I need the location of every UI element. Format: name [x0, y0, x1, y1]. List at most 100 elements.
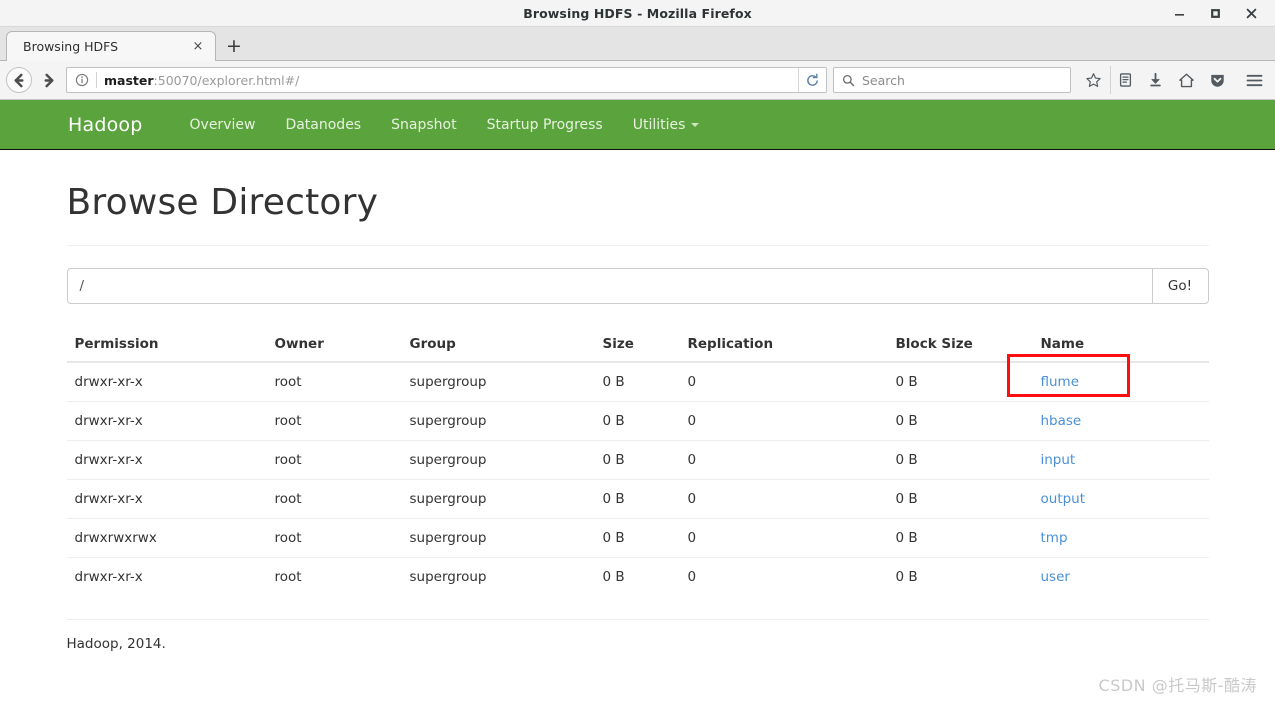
footer-text: Hadoop, 2014.	[66, 636, 166, 652]
file-link-user[interactable]: user	[1041, 569, 1070, 585]
forward-icon[interactable]	[34, 66, 62, 94]
cell-name: hbase	[1032, 401, 1209, 441]
file-link-flume[interactable]: flume	[1041, 374, 1080, 390]
column-header-block-size[interactable]: Block Size	[887, 328, 1033, 363]
cell-size: 0 B	[594, 479, 680, 519]
page-title: Browse Directory	[66, 182, 379, 223]
browser-search-bar[interactable]: Search	[833, 67, 1071, 93]
main-container: Browse Directory / Go! Permission Owner …	[66, 150, 1209, 652]
cell-permission: drwxr-xr-x	[66, 401, 267, 441]
column-header-permission[interactable]: Permission	[66, 328, 267, 363]
file-link-output[interactable]: output	[1041, 491, 1086, 507]
url-path: :50070/explorer.html#/	[153, 72, 300, 88]
url-separator	[96, 72, 97, 88]
cell-owner: root	[266, 557, 402, 596]
file-listing-table: Permission Owner Group Size Replication …	[66, 328, 1209, 596]
minimize-button[interactable]	[1161, 0, 1197, 26]
cell-permission: drwxr-xr-x	[66, 440, 267, 480]
cell-replication: 0	[679, 479, 888, 519]
download-icon[interactable]	[1141, 66, 1170, 94]
table-row: drwxrwxrwx root supergroup 0 B 0 0 B tmp	[66, 518, 1209, 558]
tab-close-icon[interactable]: ×	[189, 38, 207, 56]
hamburger-menu-icon[interactable]	[1240, 66, 1269, 94]
cell-replication: 0	[679, 518, 888, 558]
cell-group: supergroup	[409, 374, 487, 390]
file-link-input[interactable]: input	[1041, 452, 1076, 468]
cell-name: flume	[1006, 354, 1209, 402]
csdn-watermark: CSDN @托马斯-酷涛	[1098, 676, 1257, 695]
search-icon	[842, 74, 855, 87]
star-bookmark-icon[interactable]	[1079, 66, 1108, 94]
reload-icon[interactable]	[798, 68, 826, 92]
browser-tab-label: Browsing HDFS	[23, 39, 119, 54]
cell-block-size: 0 B	[887, 479, 1033, 519]
table-body: drwxr-xr-x root supergroup 0 B 0 0 B flu…	[66, 354, 1209, 596]
library-icon[interactable]	[1110, 66, 1139, 94]
cell-size: 0 B	[594, 401, 680, 441]
nav-item-overview-label: Overview	[189, 116, 256, 133]
home-icon[interactable]	[1172, 66, 1201, 94]
cell-replication: 0	[679, 557, 888, 596]
browser-tab[interactable]: Browsing HDFS ×	[6, 31, 216, 61]
cell-replication: 0	[679, 440, 888, 480]
identity-info-icon[interactable]	[73, 71, 91, 89]
table-header-row: Permission Owner Group Size Replication …	[66, 328, 1209, 363]
nav-item-utilities[interactable]: Utilities	[618, 100, 715, 150]
cell-permission: drwxr-xr-x	[66, 557, 267, 596]
hadoop-navbar: Hadoop Overview Datanodes Snapshot Start…	[0, 100, 1275, 150]
cell-name: user	[1032, 557, 1209, 596]
table-row: drwxr-xr-x root supergroup 0 B 0 0 B out…	[66, 479, 1209, 519]
path-input-value: /	[79, 278, 85, 294]
cell-name: input	[1032, 440, 1209, 480]
nav-item-overview[interactable]: Overview	[175, 100, 271, 150]
chevron-down-icon	[691, 122, 700, 127]
table-row: drwxr-xr-x root supergroup 0 B 0 0 B hba…	[66, 401, 1209, 441]
cell-owner: root	[274, 374, 302, 390]
url-text: master:50070/explorer.html#/	[104, 73, 299, 88]
nav-item-startup-progress[interactable]: Startup Progress	[472, 100, 618, 150]
table-row: drwxr-xr-x root supergroup 0 B 0 0 B use…	[66, 557, 1209, 596]
table-header: Permission Owner Group Size Replication …	[66, 328, 1209, 363]
maximize-button[interactable]	[1197, 0, 1233, 26]
tab-strip: Browsing HDFS × +	[0, 27, 1275, 61]
cell-size: 0 B	[594, 557, 680, 596]
cell-block-size: 0 B	[895, 374, 918, 390]
url-bar[interactable]: master:50070/explorer.html#/	[66, 67, 827, 93]
cell-permission: drwxr-xr-x	[66, 479, 267, 519]
column-header-group[interactable]: Group	[401, 328, 595, 363]
new-tab-button[interactable]: +	[218, 31, 250, 61]
cell-size: 0 B	[594, 440, 680, 480]
cell-owner: root	[266, 518, 402, 558]
file-link-hbase[interactable]: hbase	[1041, 413, 1082, 429]
title-divider	[66, 245, 1209, 246]
path-input[interactable]: /	[66, 268, 1153, 304]
column-header-name[interactable]: Name	[1032, 328, 1209, 363]
cell-name: output	[1032, 479, 1209, 519]
hadoop-brand[interactable]: Hadoop	[68, 114, 143, 136]
column-header-size[interactable]: Size	[594, 328, 680, 363]
browser-toolbar: master:50070/explorer.html#/ Search	[0, 61, 1275, 100]
browser-search-placeholder: Search	[862, 72, 905, 88]
nav-item-snapshot-label: Snapshot	[391, 116, 457, 133]
cell-replication: 0	[679, 401, 888, 441]
cell-replication: 0	[687, 374, 697, 390]
table-row: drwxr-xr-x root supergroup 0 B 0 0 B inp…	[66, 440, 1209, 480]
page-content: Hadoop Overview Datanodes Snapshot Start…	[0, 100, 1275, 704]
go-button[interactable]: Go!	[1152, 268, 1209, 304]
cell-group: supergroup	[401, 518, 595, 558]
column-header-owner[interactable]: Owner	[266, 328, 402, 363]
pocket-shield-icon[interactable]	[1203, 66, 1232, 94]
cell-permission: drwxrwxrwx	[66, 518, 267, 558]
back-icon[interactable]	[6, 67, 32, 93]
url-host: master	[104, 72, 154, 88]
nav-item-datanodes[interactable]: Datanodes	[270, 100, 376, 150]
file-link-tmp[interactable]: tmp	[1041, 530, 1068, 546]
cell-block-size: 0 B	[887, 440, 1033, 480]
nav-item-snapshot[interactable]: Snapshot	[376, 100, 471, 150]
column-header-replication[interactable]: Replication	[679, 328, 888, 363]
close-button[interactable]	[1233, 0, 1269, 26]
toolbar-icon-group	[1079, 66, 1269, 94]
cell-group: supergroup	[401, 440, 595, 480]
window-controls	[1161, 0, 1269, 26]
cell-owner: root	[266, 479, 402, 519]
